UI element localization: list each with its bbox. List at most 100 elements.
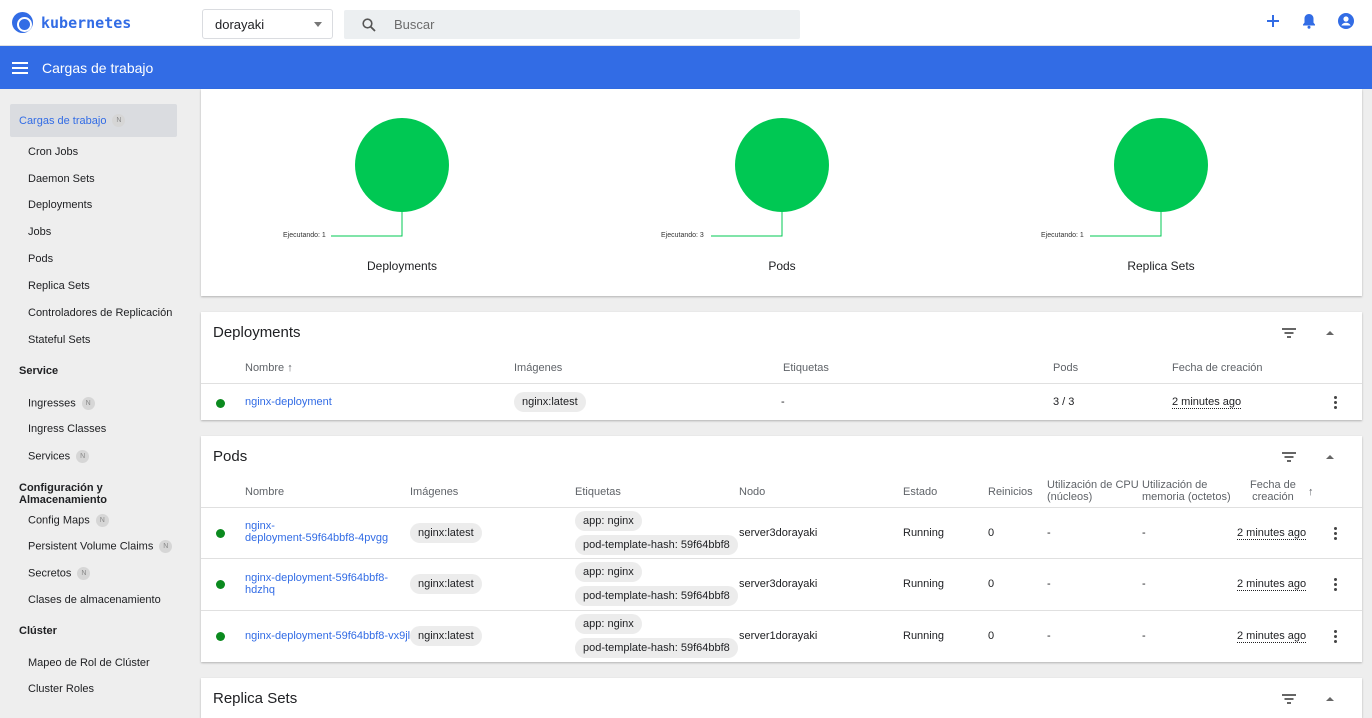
col-status[interactable]: Estado	[903, 486, 937, 498]
node-value: server1dorayaki	[739, 630, 818, 642]
status-value: Running	[903, 527, 944, 539]
col-created[interactable]: Fecha de creación	[1172, 362, 1263, 374]
sidebar-item-cluster-roles[interactable]: Cluster Roles	[28, 683, 94, 695]
sidebar-section-cluster[interactable]: Clúster	[19, 625, 57, 637]
col-name[interactable]: Nombre ↑	[245, 362, 293, 374]
sidebar-item-replication-controllers[interactable]: Controladores de Replicación	[28, 307, 172, 319]
sidebar-item-stateful-sets[interactable]: Stateful Sets	[28, 334, 90, 346]
more-vert-icon[interactable]	[1334, 527, 1337, 540]
status-ok-icon	[216, 529, 225, 538]
sidebar-item-replica-sets[interactable]: Replica Sets	[28, 280, 90, 292]
notifications-bell-icon[interactable]	[1302, 13, 1316, 29]
filter-icon[interactable]	[1282, 328, 1296, 338]
sidebar-item-config-maps[interactable]: Config Maps N	[28, 514, 109, 527]
col-cpu: Utilización de CPU (núcleos)	[1047, 479, 1139, 503]
account-icon[interactable]	[1338, 13, 1354, 29]
sidebar-item-services[interactable]: Services N	[28, 450, 90, 463]
sidebar-section-service[interactable]: Service	[19, 365, 58, 377]
sidebar-item-pods[interactable]: Pods	[28, 253, 53, 265]
cpu-value: -	[1047, 527, 1051, 539]
add-icon[interactable]	[1266, 14, 1280, 28]
restarts-value: 0	[988, 578, 995, 590]
deployment-name-link[interactable]: nginx-deployment	[245, 396, 332, 408]
more-vert-icon[interactable]	[1334, 396, 1337, 409]
deployments-title: Deployments	[213, 324, 301, 341]
col-cpu-line2: (núcleos)	[1047, 491, 1093, 503]
col-restarts[interactable]: Reinicios	[988, 486, 1033, 498]
col-labels: Etiquetas	[575, 486, 621, 498]
header-divider	[201, 383, 1362, 384]
image-chip: nginx:latest	[410, 523, 482, 543]
memory-value: -	[1142, 527, 1146, 539]
sort-arrow-up-icon: ↑	[1308, 486, 1314, 498]
memory-value: -	[1142, 578, 1146, 590]
search-icon	[362, 17, 376, 32]
more-vert-icon[interactable]	[1334, 578, 1337, 591]
search-input[interactable]: Buscar	[344, 10, 800, 39]
sidebar-item-storage-classes[interactable]: Clases de almacenamiento	[28, 594, 161, 606]
replicasets-leader-line	[1090, 212, 1162, 237]
sidebar-item-pvc[interactable]: Persistent Volume Claims N	[28, 540, 173, 553]
pod-name-link[interactable]: nginx-deployment-59f64bbf8-vx9jl	[245, 630, 410, 642]
kubernetes-logo[interactable]: kubernetes	[12, 12, 131, 33]
labels-value: -	[781, 396, 785, 408]
col-pods[interactable]: Pods	[1053, 362, 1078, 374]
sidebar-item-cluster-role-bindings[interactable]: Mapeo de Rol de Clúster	[28, 657, 150, 669]
sidebar-item-jobs[interactable]: Jobs	[28, 226, 51, 238]
pod-name-link[interactable]: nginx-deployment-59f64bbf8- hdzhq	[245, 572, 388, 596]
label-chip: pod-template-hash: 59f64bbf8	[575, 535, 738, 555]
menu-icon[interactable]	[12, 61, 28, 74]
pod-name-line2: hdzhq	[245, 584, 275, 596]
deployments-status-circle	[355, 118, 449, 212]
sidebar-item-ingresses[interactable]: Ingresses N	[28, 397, 95, 410]
row-divider	[201, 610, 1362, 611]
filter-icon[interactable]	[1282, 694, 1296, 704]
col-memory-line1: Utilización de	[1142, 479, 1208, 491]
status-value: Running	[903, 578, 944, 590]
pod-name-link[interactable]: nginx-deployment-59f64bbf8-4pvgg	[245, 520, 388, 544]
sidebar-item-ingress-classes[interactable]: Ingress Classes	[28, 423, 106, 435]
pod-name-line2: deployment-59f64bbf8-4pvgg	[245, 532, 389, 544]
title-bar: Cargas de trabajo	[0, 46, 1372, 89]
col-images: Imágenes	[410, 486, 459, 498]
sidebar-section-config[interactable]: Configuración y Almacenamiento	[19, 482, 190, 506]
replicasets-status-label: Replica Sets	[1127, 259, 1195, 273]
filter-icon[interactable]	[1282, 452, 1296, 462]
collapse-icon[interactable]	[1326, 330, 1334, 335]
page-title: Cargas de trabajo	[42, 59, 154, 76]
sidebar-item-daemon-sets[interactable]: Daemon Sets	[28, 173, 95, 185]
pods-card: Pods Nombre Imágenes Etiquetas Nodo Esta…	[201, 436, 1362, 662]
col-node[interactable]: Nodo	[739, 486, 765, 498]
sidebar-item-label: Ingresses	[28, 397, 76, 410]
col-created-line2: creación	[1252, 491, 1294, 503]
col-images: Imágenes	[514, 362, 563, 374]
namespace-select[interactable]: dorayaki	[202, 9, 333, 39]
more-vert-icon[interactable]	[1334, 630, 1337, 643]
col-name-label: Nombre	[245, 362, 285, 374]
pods-value: 3 / 3	[1053, 396, 1075, 408]
node-value: server3dorayaki	[739, 578, 818, 590]
chevron-down-icon	[314, 22, 322, 27]
sidebar: Cargas de trabajo N Cron Jobs Daemon Set…	[0, 89, 190, 718]
col-memory: Utilización de memoria (octetos)	[1142, 479, 1231, 503]
restarts-value: 0	[988, 527, 995, 539]
workload-status-card: Ejecutando: 1 Ejecutando: 3 Ejecutando: …	[201, 89, 1362, 296]
label-chip: pod-template-hash: 59f64bbf8	[575, 638, 738, 658]
label-chip: app: nginx	[575, 562, 642, 582]
deployments-status-label: Deployments	[366, 259, 438, 273]
namespaced-badge: N	[81, 397, 95, 410]
label-chip: pod-template-hash: 59f64bbf8	[575, 586, 738, 606]
namespaced-badge: N	[95, 514, 109, 527]
collapse-icon[interactable]	[1326, 454, 1334, 459]
sidebar-item-label: Services	[28, 450, 71, 463]
sidebar-item-workloads[interactable]: Cargas de trabajo N	[10, 104, 177, 137]
namespaced-badge: N	[159, 540, 173, 553]
created-value: 2 minutes ago	[1237, 630, 1307, 643]
col-name[interactable]: Nombre	[245, 486, 284, 498]
sidebar-item-secrets[interactable]: Secretos N	[28, 567, 91, 580]
collapse-icon[interactable]	[1326, 696, 1334, 701]
col-cpu-line1: Utilización de CPU	[1047, 479, 1139, 491]
sidebar-item-cron-jobs[interactable]: Cron Jobs	[28, 146, 78, 158]
sidebar-item-deployments[interactable]: Deployments	[28, 199, 92, 211]
col-created[interactable]: Fecha de creación	[1250, 479, 1296, 503]
